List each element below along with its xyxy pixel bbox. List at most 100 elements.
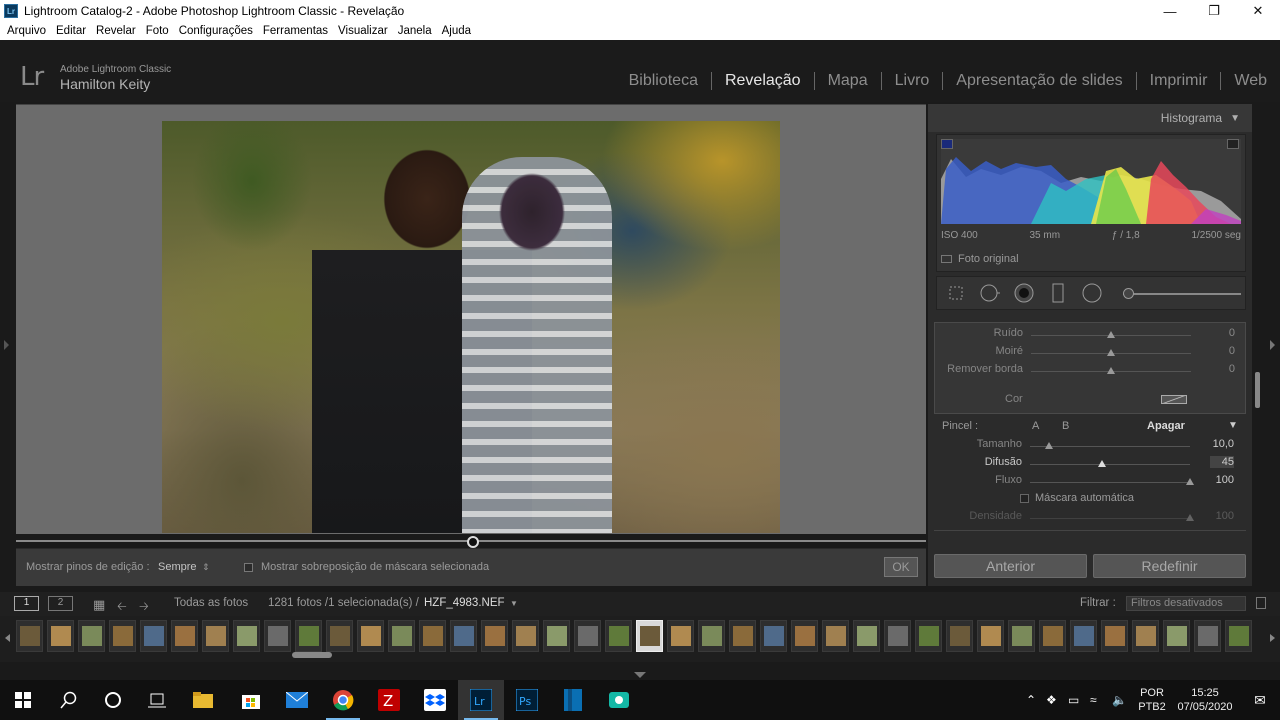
view-2-button[interactable]: 2 <box>48 596 73 611</box>
filmstrip-thumbnail[interactable] <box>140 620 167 652</box>
menu-arquivo[interactable]: Arquivo <box>7 25 46 37</box>
filmstrip[interactable] <box>0 616 1280 662</box>
menu-ferramentas[interactable]: Ferramentas <box>263 25 328 37</box>
module-web[interactable]: Web <box>1221 72 1280 90</box>
slider-thumb[interactable] <box>1107 331 1115 338</box>
volume-icon[interactable]: 🔈 <box>1112 693 1134 707</box>
start-windows-icon[interactable] <box>0 680 46 720</box>
maximize-icon[interactable]: ❐ <box>1192 0 1236 22</box>
slider-thumb[interactable] <box>1098 460 1106 467</box>
histogram-header[interactable]: Histograma ▼ <box>928 104 1252 132</box>
original-photo-icon[interactable] <box>941 255 952 263</box>
filmstrip-thumbnail[interactable] <box>915 620 942 652</box>
module-livro[interactable]: Livro <box>882 72 943 90</box>
color-row[interactable]: Cor <box>935 393 1247 409</box>
filmstrip-thumbnail[interactable] <box>946 620 973 652</box>
search-icon[interactable] <box>46 680 92 720</box>
brush-collapse-icon[interactable]: ▼ <box>1228 420 1238 431</box>
module-apresentacao[interactable]: Apresentação de slides <box>943 72 1135 90</box>
filmstrip-thumbnail[interactable] <box>1132 620 1159 652</box>
lightroom-taskbar-icon[interactable]: Lr <box>458 680 504 720</box>
dropbox-icon[interactable] <box>412 680 458 720</box>
filmstrip-thumbnail[interactable] <box>884 620 911 652</box>
filmstrip-thumbnail[interactable] <box>1008 620 1035 652</box>
menu-janela[interactable]: Janela <box>398 25 432 37</box>
slider-value[interactable]: 10,0 <box>1210 438 1234 450</box>
module-mapa[interactable]: Mapa <box>815 72 881 90</box>
mask-overlay-checkbox[interactable] <box>244 563 253 572</box>
slider-fluxo[interactable]: Fluxo 100 <box>934 474 1246 490</box>
file-explorer-icon[interactable] <box>180 680 226 720</box>
slider-difusao[interactable]: Difusão 45 <box>934 456 1246 472</box>
grid-view-icon[interactable]: ▦ <box>93 597 105 613</box>
ok-button[interactable]: OK <box>884 557 918 577</box>
filter-lock-icon[interactable] <box>1256 597 1266 609</box>
color-swatch-icon[interactable] <box>1161 395 1187 404</box>
auto-mask-row[interactable]: Máscara automática <box>1020 492 1134 504</box>
filmstrip-thumbnail[interactable] <box>853 620 880 652</box>
filmstrip-thumbnail[interactable] <box>636 620 663 652</box>
filmstrip-thumbnail[interactable] <box>481 620 508 652</box>
dropbox-tray-icon[interactable]: ❖ <box>1046 693 1068 707</box>
radial-filter-icon[interactable] <box>1081 282 1103 304</box>
screen-recorder-icon[interactable] <box>596 680 642 720</box>
slider-tamanho[interactable]: Tamanho 10,0 <box>934 438 1246 454</box>
crop-tool-icon[interactable] <box>945 282 967 304</box>
filmstrip-thumbnail[interactable] <box>1163 620 1190 652</box>
minimize-icon[interactable]: — <box>1148 0 1192 22</box>
right-panel-scrollbar[interactable] <box>1254 152 1262 582</box>
filmstrip-thumbnail[interactable] <box>667 620 694 652</box>
filmstrip-thumbnail[interactable] <box>1101 620 1128 652</box>
store-icon[interactable] <box>228 680 274 720</box>
collapse-filmstrip-icon[interactable] <box>634 672 646 678</box>
expand-left-panel-icon[interactable] <box>4 340 9 350</box>
slider-moire[interactable]: Moiré 0 <box>935 345 1247 361</box>
brush-erase-button[interactable]: Apagar <box>1147 420 1185 432</box>
filmstrip-thumbnail[interactable] <box>977 620 1004 652</box>
wifi-icon[interactable]: ≈ <box>1090 693 1112 707</box>
filezilla-icon[interactable]: Z <box>366 680 412 720</box>
filename[interactable]: HZF_4983.NEF <box>424 597 505 609</box>
filmstrip-right-arrow-icon[interactable] <box>1270 634 1275 642</box>
spot-removal-icon[interactable] <box>979 282 1001 304</box>
menu-visualizar[interactable]: Visualizar <box>338 25 388 37</box>
photo-canvas[interactable] <box>16 104 926 534</box>
filmstrip-thumbnail[interactable] <box>233 620 260 652</box>
menu-foto[interactable]: Foto <box>146 25 169 37</box>
auto-mask-checkbox[interactable] <box>1020 493 1029 503</box>
module-biblioteca[interactable]: Biblioteca <box>616 72 711 90</box>
main-photo[interactable] <box>162 121 780 533</box>
slider-thumb[interactable] <box>1045 442 1054 449</box>
filmstrip-left-arrow-icon[interactable] <box>5 634 10 642</box>
notifications-icon[interactable]: ✉ <box>1240 692 1280 709</box>
brush-b-button[interactable]: B <box>1062 420 1069 432</box>
back-arrow-icon[interactable]: 🡠 <box>117 597 127 618</box>
source-label[interactable]: Todas as fotos <box>174 597 248 609</box>
slider-value[interactable]: 0 <box>1211 345 1235 357</box>
filmstrip-thumbnail[interactable] <box>78 620 105 652</box>
tray-chevron-icon[interactable]: ⌃ <box>1026 693 1046 707</box>
filmstrip-thumbnail[interactable] <box>326 620 353 652</box>
highlight-clipping-icon[interactable] <box>1227 139 1239 149</box>
photoshop-icon[interactable]: Ps <box>504 680 550 720</box>
filmstrip-thumbnail[interactable] <box>47 620 74 652</box>
filmstrip-thumbnail[interactable] <box>729 620 756 652</box>
filter-select[interactable]: Filtros desativados <box>1126 596 1246 611</box>
slider-thumb[interactable] <box>1107 349 1115 356</box>
mail-icon[interactable] <box>274 680 320 720</box>
filmstrip-thumbnail[interactable] <box>574 620 601 652</box>
brush-pin-icon[interactable] <box>467 536 479 548</box>
collapse-triangle-icon[interactable]: ▼ <box>1230 113 1240 124</box>
brush-tool-icon[interactable] <box>1123 288 1134 299</box>
brush-a-button[interactable]: A <box>1032 420 1039 432</box>
filmstrip-thumbnail[interactable] <box>357 620 384 652</box>
shadow-clipping-icon[interactable] <box>941 139 953 149</box>
original-photo-row[interactable]: Foto original <box>941 253 1019 265</box>
red-eye-icon[interactable] <box>1013 282 1035 304</box>
filename-dropdown-icon[interactable]: ▼ <box>510 599 518 608</box>
slider-thumb[interactable] <box>1186 478 1194 485</box>
select-arrows-icon[interactable]: ⇕ <box>202 562 210 573</box>
slider-remover-borda[interactable]: Remover borda 0 <box>935 363 1247 379</box>
menu-editar[interactable]: Editar <box>56 25 86 37</box>
module-imprimir[interactable]: Imprimir <box>1137 72 1221 90</box>
